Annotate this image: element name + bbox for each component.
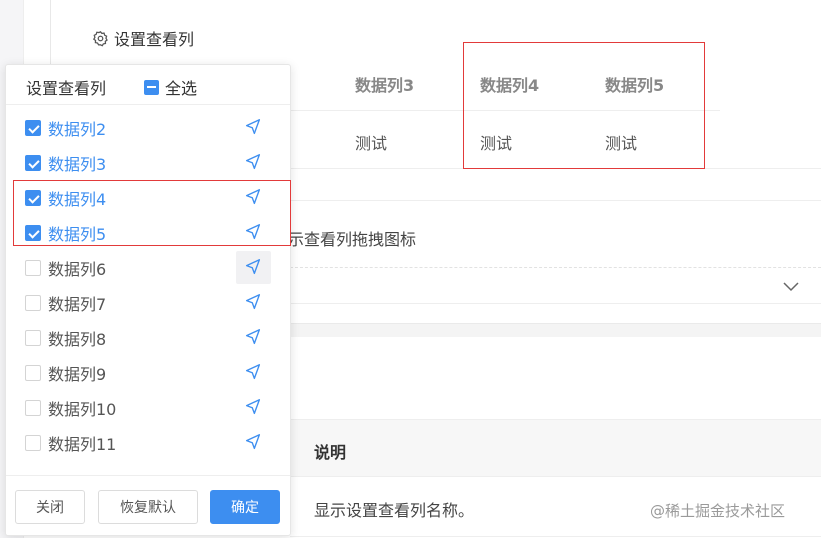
column-item-label: 数据列10	[48, 400, 117, 419]
drag-handle-icon[interactable]	[243, 292, 263, 312]
desc-cell: 显示设置查看列名称。	[314, 501, 475, 520]
column-settings-popover: 设置查看列 全选 数据列2 数据列3 数据列4 数据列5 数据列6 数据列7 数据列8 数据列…	[5, 64, 291, 536]
close-button[interactable]: 关闭	[15, 490, 85, 524]
checkbox-unchecked-icon[interactable]	[25, 365, 41, 381]
select-all-checkbox[interactable]: 全选	[144, 75, 197, 99]
watermark: @稀土掘金技术社区	[650, 502, 786, 520]
highlight-box-table-columns	[463, 42, 705, 169]
drag-handle-icon[interactable]	[243, 117, 263, 137]
table-header-col3: 数据列3	[355, 76, 415, 95]
checkbox-unchecked-icon[interactable]	[25, 260, 41, 276]
column-item-label: 数据列8	[48, 330, 107, 349]
drag-handle-icon[interactable]	[243, 327, 263, 347]
chevron-down-icon[interactable]	[782, 279, 800, 293]
column-item[interactable]: 数据列7	[6, 285, 290, 320]
column-item-label: 数据列11	[48, 435, 117, 454]
gear-icon	[93, 30, 108, 47]
indeterminate-checkbox-icon	[144, 79, 159, 95]
popover-header: 设置查看列 全选	[6, 65, 290, 105]
desc-header-label: 说明	[314, 443, 347, 462]
column-item-label: 数据列3	[48, 155, 107, 174]
checkbox-unchecked-icon[interactable]	[25, 330, 41, 346]
attr-divider-dashed	[290, 267, 821, 268]
drag-handle-icon[interactable]	[243, 362, 263, 382]
select-all-label: 全选	[165, 79, 198, 98]
drag-handle-icon[interactable]	[243, 397, 263, 417]
column-item[interactable]: 数据列8	[6, 320, 290, 355]
column-item[interactable]: 数据列11	[6, 425, 290, 460]
checkbox-checked-icon[interactable]	[25, 155, 41, 171]
attr-divider	[290, 200, 821, 201]
column-settings-label: 设置查看列	[114, 30, 195, 49]
popover-title: 设置查看列	[26, 79, 107, 98]
column-item[interactable]: 数据列6	[6, 250, 290, 285]
desc-divider	[290, 536, 821, 537]
column-item-label: 数据列2	[48, 120, 107, 139]
drag-handle-icon[interactable]	[243, 257, 263, 277]
drag-handle-icon[interactable]	[243, 152, 263, 172]
column-item-label: 数据列9	[48, 365, 107, 384]
section-separator	[290, 323, 821, 337]
column-item[interactable]: 数据列2	[6, 110, 290, 145]
checkbox-unchecked-icon[interactable]	[25, 400, 41, 416]
popover-footer: 关闭 恢复默认 确定	[6, 475, 290, 535]
column-item-label: 数据列7	[48, 295, 107, 314]
attr-description: 示查看列拖拽图标	[288, 230, 417, 249]
drag-handle-icon[interactable]	[243, 432, 263, 452]
attr-divider	[290, 303, 821, 304]
column-item[interactable]: 数据列10	[6, 390, 290, 425]
confirm-button[interactable]: 确定	[210, 490, 280, 524]
highlight-box-popover-items	[13, 180, 291, 246]
checkbox-checked-icon[interactable]	[25, 120, 41, 136]
column-item[interactable]: 数据列9	[6, 355, 290, 390]
column-item[interactable]: 数据列3	[6, 145, 290, 180]
column-settings-trigger[interactable]: 设置查看列	[92, 26, 194, 50]
table-cell: 测试	[355, 134, 388, 153]
reset-default-button[interactable]: 恢复默认	[98, 490, 198, 524]
column-item-label: 数据列6	[48, 260, 107, 279]
checkbox-unchecked-icon[interactable]	[25, 435, 41, 451]
checkbox-unchecked-icon[interactable]	[25, 295, 41, 311]
desc-table-header	[290, 419, 821, 477]
